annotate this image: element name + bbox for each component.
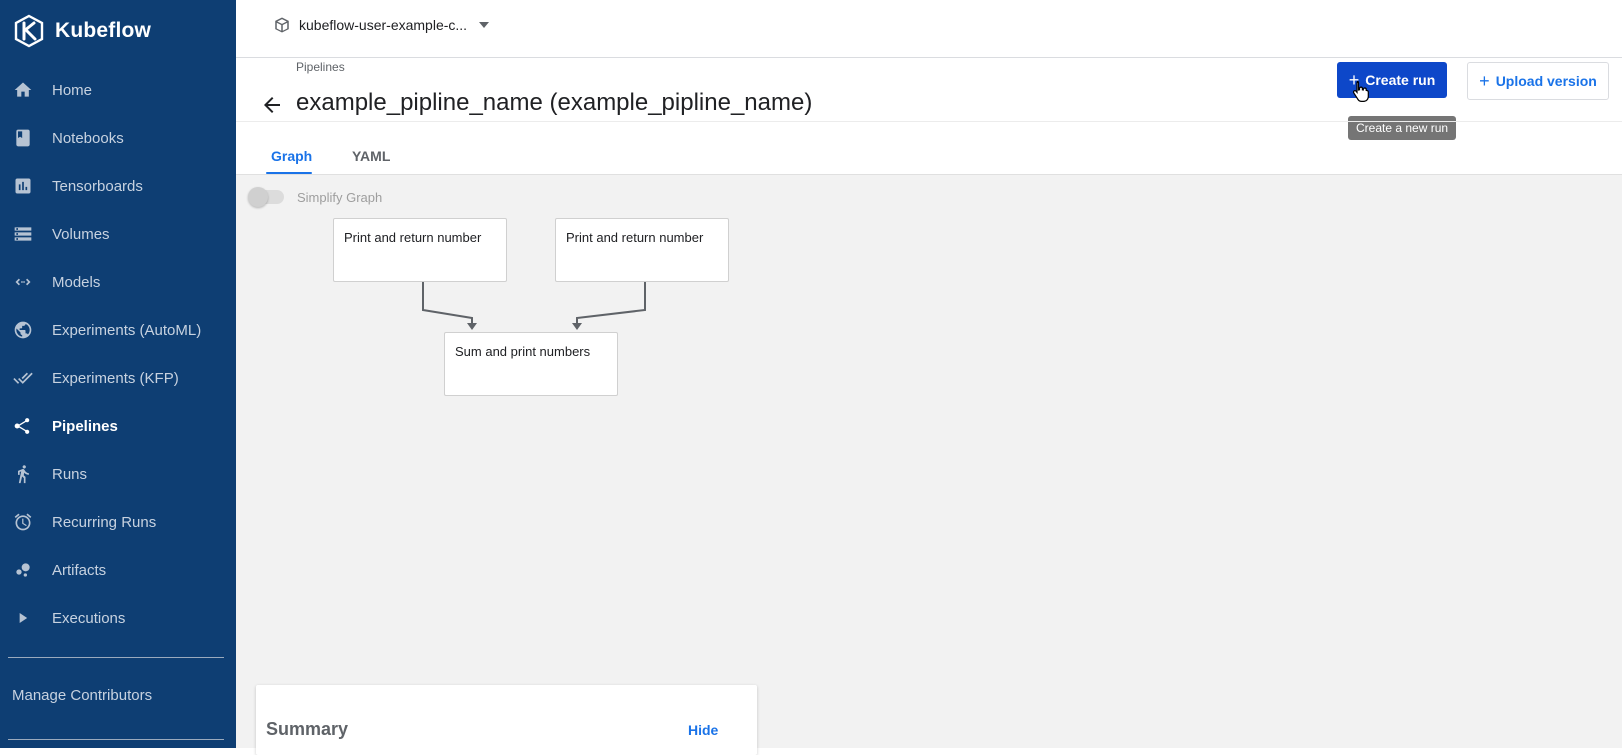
manage-contributors-link[interactable]: Manage Contributors <box>12 687 152 704</box>
sidebar-item-runs[interactable]: Runs <box>0 450 236 498</box>
sidebar-item-label: Recurring Runs <box>52 513 157 531</box>
sidebar-item-label: Volumes <box>52 225 110 243</box>
bubble-icon <box>12 559 34 581</box>
kubeflow-logo[interactable]: Kubeflow <box>12 14 151 48</box>
sidebar-divider <box>8 657 224 658</box>
sidebar-item-experiments-automl[interactable]: Experiments (AutoML) <box>0 306 236 354</box>
plus-icon: + <box>1479 70 1490 91</box>
code-arrows-icon <box>12 271 34 293</box>
sidebar-item-label: Executions <box>52 609 126 627</box>
sidebar-item-recurring-runs[interactable]: Recurring Runs <box>0 498 236 546</box>
run-icon <box>12 463 34 485</box>
sidebar-item-tensorboards[interactable]: Tensorboards <box>0 162 236 210</box>
sidebar-item-label: Experiments (KFP) <box>52 369 179 387</box>
app-name: Kubeflow <box>55 19 152 42</box>
create-run-label: Create run <box>1365 72 1436 88</box>
sidebar-item-label: Artifacts <box>52 561 107 579</box>
automl-icon <box>12 319 34 341</box>
sidebar-item-label: Home <box>52 81 93 99</box>
summary-panel: Summary Hide <box>256 685 757 755</box>
chart-icon <box>12 175 34 197</box>
package-icon <box>275 17 289 33</box>
upload-version-label: Upload version <box>1495 73 1597 89</box>
hand-cursor-icon <box>1352 80 1369 102</box>
header-divider <box>236 121 1622 122</box>
kubeflow-logo-icon <box>14 14 44 48</box>
notebook-icon <box>12 127 34 149</box>
graph-node-print-return-1[interactable]: Print and return number <box>333 218 507 282</box>
sidebar-item-label: Models <box>52 273 101 291</box>
sidebar-item-experiments-kfp[interactable]: Experiments (KFP) <box>0 354 236 402</box>
upload-version-button[interactable]: + Upload version <box>1467 62 1609 100</box>
sidebar-item-label: Tensorboards <box>52 177 143 195</box>
breadcrumb[interactable]: Pipelines <box>296 60 345 74</box>
summary-title: Summary <box>266 719 349 739</box>
create-run-tooltip: Create a new run <box>1348 116 1457 140</box>
storage-icon <box>12 223 34 245</box>
sidebar: Kubeflow Home Notebooks Tensorboards Vol… <box>0 0 236 748</box>
play-icon <box>12 607 34 629</box>
sidebar-item-models[interactable]: Models <box>0 258 236 306</box>
top-bar: kubeflow-user-example-c... <box>236 0 1622 58</box>
pipeline-icon <box>12 415 34 437</box>
back-arrow-icon[interactable] <box>260 93 284 117</box>
toggle-thumb <box>248 187 268 207</box>
sidebar-nav: Home Notebooks Tensorboards Volumes Mode… <box>0 66 236 642</box>
summary-hide-button[interactable]: Hide <box>688 722 718 738</box>
sidebar-item-pipelines[interactable]: Pipelines <box>0 402 236 450</box>
home-icon <box>12 79 34 101</box>
sidebar-item-notebooks[interactable]: Notebooks <box>0 114 236 162</box>
sidebar-divider <box>8 739 224 740</box>
page-title: example_pipline_name (example_pipline_na… <box>296 89 813 116</box>
simplify-graph-label: Simplify Graph <box>297 190 383 205</box>
sidebar-item-label: Pipelines <box>52 417 118 435</box>
chevron-down-icon <box>479 22 490 28</box>
tab-graph[interactable]: Graph <box>271 148 312 164</box>
namespace-selector[interactable]: kubeflow-user-example-c... <box>273 16 490 34</box>
sidebar-item-home[interactable]: Home <box>0 66 236 114</box>
sidebar-item-label: Experiments (AutoML) <box>52 321 202 339</box>
sidebar-item-executions[interactable]: Executions <box>0 594 236 642</box>
sidebar-item-label: Notebooks <box>52 129 124 147</box>
graph-node-sum-print[interactable]: Sum and print numbers <box>444 332 618 396</box>
alarm-icon <box>12 511 34 533</box>
done-all-icon <box>12 367 34 389</box>
sidebar-item-label: Runs <box>52 465 88 483</box>
sidebar-item-artifacts[interactable]: Artifacts <box>0 546 236 594</box>
graph-node-print-return-2[interactable]: Print and return number <box>555 218 729 282</box>
tab-yaml[interactable]: YAML <box>352 148 390 164</box>
sidebar-item-volumes[interactable]: Volumes <box>0 210 236 258</box>
namespace-label: kubeflow-user-example-c... <box>299 17 468 33</box>
simplify-graph-toggle[interactable] <box>248 187 284 207</box>
